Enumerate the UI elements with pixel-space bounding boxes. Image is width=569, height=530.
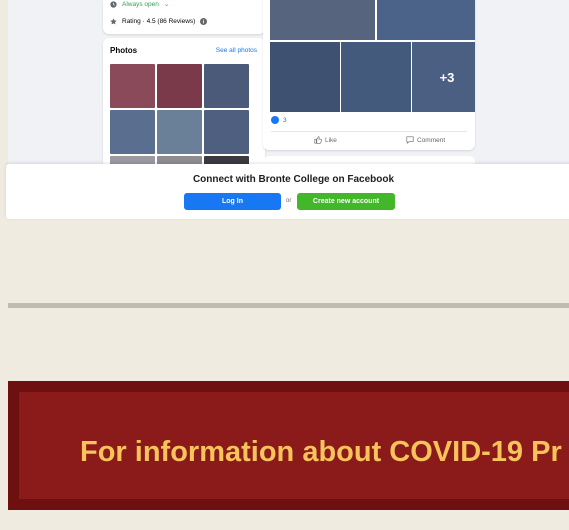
more-photos-count: +3 — [439, 69, 455, 85]
connect-title: Connect with Bronte College on Facebook — [192, 174, 395, 185]
next-post-card — [263, 156, 475, 164]
reaction-count: 3 — [283, 116, 287, 124]
post-photo[interactable] — [377, 0, 475, 40]
covid-banner-text[interactable]: For information about COVID-19 Pr — [80, 436, 562, 469]
like-label: Like — [325, 136, 337, 144]
photo-thumbnail[interactable] — [157, 110, 202, 154]
photo-grid — [110, 64, 251, 164]
rating-text: Rating · 4.5 (86 Reviews) — [122, 17, 196, 25]
facebook-connect-bar: Connect with Bronte College on Facebook … — [6, 164, 569, 219]
page-info-card: Always open ⌄ Rating · 4.5 (86 Reviews) — [103, 0, 265, 34]
photo-thumbnail[interactable] — [110, 156, 155, 164]
more-photos-tile[interactable]: +3 — [412, 42, 475, 112]
post-photo[interactable] — [341, 42, 411, 112]
comment-button[interactable]: Comment — [406, 136, 445, 144]
photo-thumbnail[interactable] — [157, 156, 202, 164]
covid-banner[interactable]: For information about COVID-19 Pr — [8, 381, 569, 510]
like-button[interactable]: Like — [314, 136, 337, 144]
rating-row: Rating · 4.5 (86 Reviews) — [110, 15, 208, 27]
star-icon — [110, 17, 117, 24]
photo-thumbnail[interactable] — [110, 110, 155, 154]
comment-label: Comment — [417, 136, 446, 144]
photo-thumbnail[interactable] — [204, 156, 249, 164]
photos-title: Photos — [110, 46, 138, 55]
facebook-page-embed: Always open ⌄ Rating · 4.5 (86 Reviews) … — [8, 0, 569, 164]
hours-row: Always open ⌄ — [110, 0, 169, 10]
post-card: +3 3 Like Comment — [263, 0, 475, 150]
photo-thumbnail[interactable] — [204, 64, 249, 108]
clock-icon — [110, 0, 117, 8]
see-all-photos-link[interactable]: See all photos — [216, 47, 257, 54]
or-separator: or — [286, 198, 292, 204]
photo-thumbnail[interactable] — [157, 64, 202, 108]
post-divider — [271, 131, 467, 132]
post-photo[interactable] — [270, 0, 375, 40]
login-button[interactable]: Log In — [184, 193, 281, 210]
hours-text: Always open — [122, 0, 159, 8]
chevron-down-icon[interactable]: ⌄ — [164, 0, 169, 8]
horizontal-divider — [8, 303, 569, 308]
like-reaction-icon — [271, 116, 279, 124]
thumbs-up-icon — [314, 136, 322, 144]
photo-thumbnail[interactable] — [204, 110, 249, 154]
create-account-button[interactable]: Create new account — [297, 193, 395, 210]
post-photo[interactable] — [270, 42, 340, 112]
reactions-summary[interactable]: 3 — [271, 116, 287, 124]
photo-thumbnail[interactable] — [110, 64, 155, 108]
photos-card: Photos See all photos — [103, 38, 265, 164]
info-icon[interactable] — [200, 17, 208, 25]
covid-banner-inner: For information about COVID-19 Pr — [19, 392, 569, 499]
comment-icon — [406, 136, 414, 144]
